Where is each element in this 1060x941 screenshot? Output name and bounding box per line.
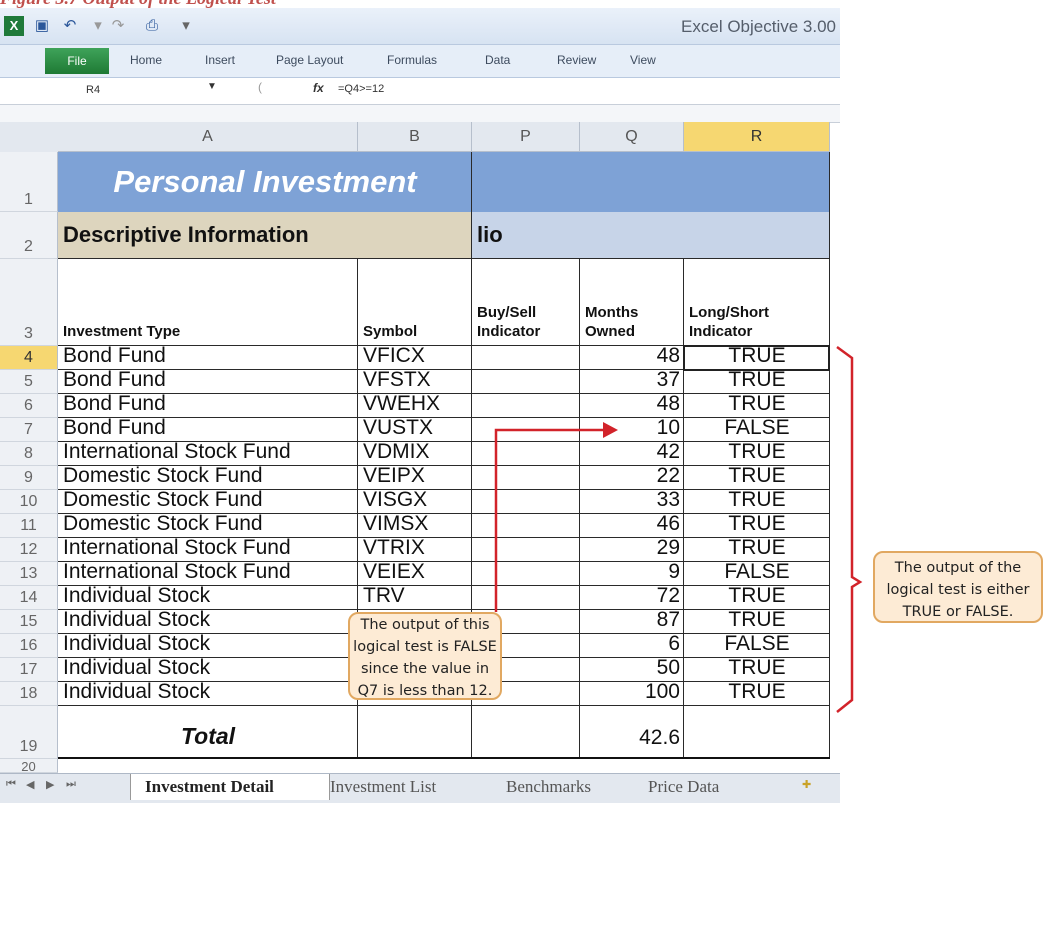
right-bracket — [836, 345, 863, 713]
callout-right: The output of the logical test is either… — [873, 551, 1043, 623]
arrow-connector-q7 — [494, 428, 604, 612]
annotation-arrows — [494, 345, 863, 713]
arrow-head-icon — [603, 422, 618, 438]
callout-middle: The output of this logical test is FALSE… — [348, 612, 502, 700]
